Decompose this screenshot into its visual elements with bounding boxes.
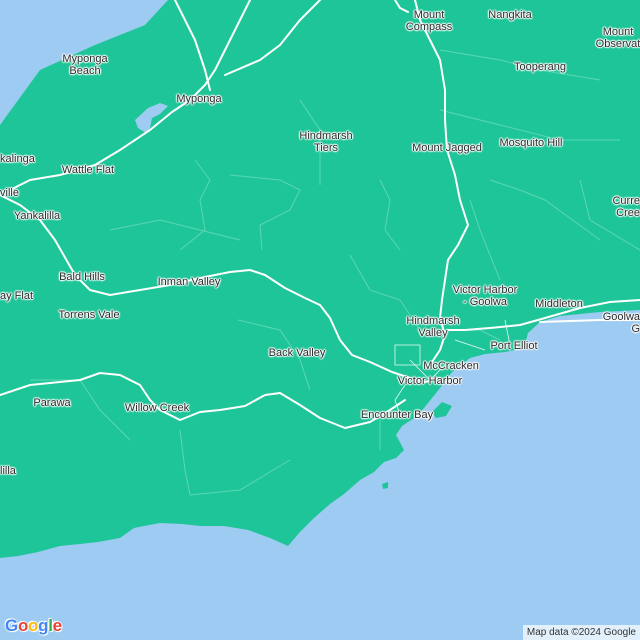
place-label-normanville: ville [0,187,19,199]
google-logo-letter: g [38,616,49,635]
place-label-parawa: Parawa [33,397,71,409]
place-label-mount-observation: Mount Observat [595,26,640,50]
place-label-hindmarsh-valley: Hindmarsh Valley [406,315,460,339]
place-label-victor-harbor: Victor Harbor [397,375,463,387]
place-label-torrens-vale: Torrens Vale [58,309,120,321]
place-label-middleton: Middleton [535,298,583,310]
google-logo[interactable]: Google [5,616,62,636]
place-label-rapid-bay-flat: ay Flat [0,290,34,302]
map-attribution[interactable]: Map data ©2024 Google [522,625,640,640]
place-label-delamere: lilla [0,465,16,477]
google-logo-letter: e [52,616,62,635]
place-label-bald-hills: Bald Hills [59,271,105,283]
place-label-yankalinga: kalinga [0,153,35,165]
place-label-tooperang: Tooperang [514,61,566,73]
place-label-nangkita: Nangkita [488,9,532,21]
place-label-hindmarsh-tiers: Hindmarsh Tiers [299,130,353,154]
place-label-victor-harbor-goolwa: Victor Harbor - Goolwa [452,284,518,308]
place-label-mount-jagged: Mount Jagged [412,142,482,154]
google-logo-letter: G [5,616,18,635]
place-label-yankalilla: Yankalilla [13,210,61,222]
place-label-back-valley: Back Valley [268,347,326,359]
place-label-mosquito-hill: Mosquito Hill [499,137,563,149]
google-logo-letter: o [28,616,39,635]
google-logo-letter: o [17,616,29,635]
place-label-mount-compass: Mount Compass [405,9,453,33]
place-label-wattle-flat: Wattle Flat [61,164,115,176]
place-label-goolwa-beach: Goolwa G [602,311,640,335]
place-label-currency-creek: Curre Cree [612,195,640,219]
place-label-port-elliot: Port Elliot [490,340,538,352]
place-label-willow-creek: Willow Creek [124,402,190,414]
place-label-mccracken: McCracken [423,360,479,372]
place-label-inman-valley: Inman Valley [157,276,221,288]
place-label-encounter-bay: Encounter Bay [360,409,434,421]
place-label-myponga: Myponga [176,93,222,105]
place-label-myponga-beach: Myponga Beach [62,53,108,77]
